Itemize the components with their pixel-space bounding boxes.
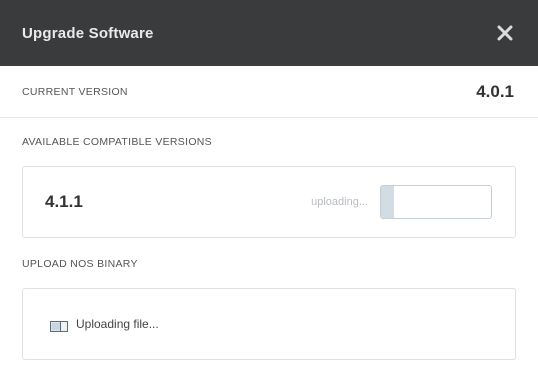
available-versions-label: AVAILABLE COMPATIBLE VERSIONS — [22, 136, 212, 148]
current-version-value: 4.0.1 — [476, 81, 514, 101]
version-status: uploading... — [311, 196, 368, 208]
upload-binary-card: Uploading file... — [22, 288, 516, 360]
upgrade-software-dialog: Upgrade Software CURRENT VERSION 4.0.1 A… — [0, 0, 538, 370]
upload-progress-bar — [380, 185, 492, 219]
current-version-row: CURRENT VERSION 4.0.1 — [0, 66, 538, 118]
current-version-label: CURRENT VERSION — [22, 85, 128, 98]
version-card: 4.1.1 uploading... — [22, 166, 516, 238]
dialog-title: Upgrade Software — [22, 24, 154, 42]
upload-progress-icon — [50, 319, 68, 332]
upload-binary-label: UPLOAD NOS BINARY — [22, 258, 138, 270]
close-icon[interactable] — [496, 24, 514, 42]
upload-progress-fill — [381, 186, 395, 218]
dialog-header: Upgrade Software — [0, 0, 538, 66]
upload-status-text: Uploading file... — [76, 317, 159, 331]
version-name: 4.1.1 — [45, 192, 83, 211]
